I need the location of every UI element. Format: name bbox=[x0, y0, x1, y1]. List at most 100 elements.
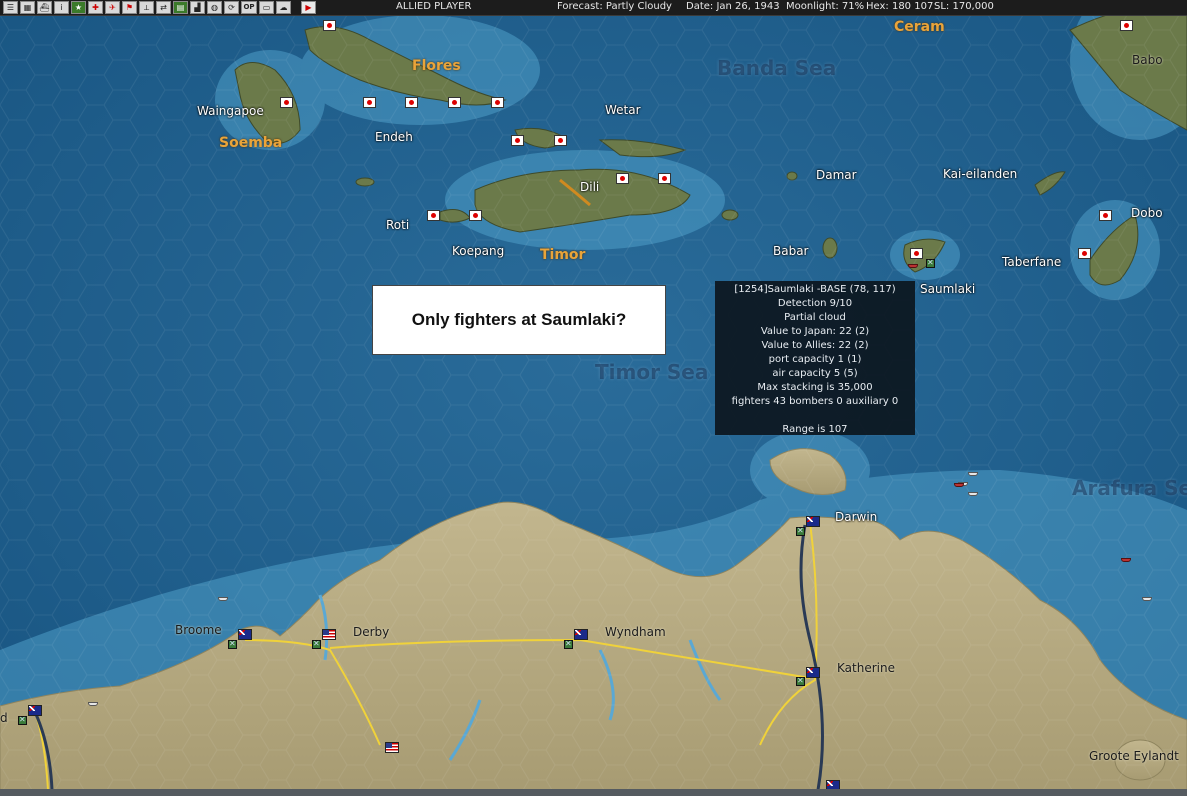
region-timor: Timor bbox=[540, 247, 586, 263]
tooltip-weather: Partial cloud bbox=[784, 312, 846, 323]
tooltip-value-japan: Value to Japan: 22 (2) bbox=[760, 326, 870, 337]
report-icon[interactable]: ▭ bbox=[259, 1, 274, 14]
globe-icon[interactable]: ◍ bbox=[207, 1, 222, 14]
plane-icon[interactable]: ✈ bbox=[105, 1, 120, 14]
info-icon[interactable]: i bbox=[54, 1, 69, 14]
place-dobo[interactable]: Dobo bbox=[1131, 206, 1163, 220]
japan-base-flag[interactable] bbox=[511, 135, 524, 146]
map-canvas[interactable] bbox=[0, 0, 1187, 796]
ground-unit-icon[interactable] bbox=[796, 526, 805, 536]
ship-icon[interactable] bbox=[218, 597, 228, 601]
place-wyndham[interactable]: Wyndham bbox=[605, 625, 666, 639]
flag-icon[interactable]: ⚑ bbox=[122, 1, 137, 14]
ground-unit-icon[interactable] bbox=[312, 639, 321, 649]
japan-base-flag[interactable] bbox=[554, 135, 567, 146]
ground-unit-icon[interactable] bbox=[796, 676, 805, 686]
toolbar-buttons: ☰ ▦ ⛴ i ★ ✚ ✈ ⚑ ⟂ ⇄ ▤ ▟ ◍ ⟳ OP ▭ ☁ ▶ bbox=[0, 1, 316, 14]
document-icon[interactable]: ▤ bbox=[173, 1, 188, 14]
japan-base-flag[interactable] bbox=[323, 20, 336, 31]
place-babar[interactable]: Babar bbox=[773, 244, 809, 258]
enemy-ship-icon[interactable] bbox=[1121, 558, 1131, 562]
op-button[interactable]: OP bbox=[241, 1, 257, 14]
japan-base-flag[interactable] bbox=[448, 97, 461, 108]
place-kai-eilanden[interactable]: Kai-eilanden bbox=[943, 167, 1017, 181]
place-waingapoe[interactable]: Waingapoe bbox=[197, 104, 264, 118]
japan-base-flag[interactable] bbox=[1078, 248, 1091, 259]
japan-base-flag[interactable] bbox=[910, 248, 923, 259]
japan-base-flag[interactable] bbox=[363, 97, 376, 108]
japan-base-flag[interactable] bbox=[469, 210, 482, 221]
australia-base-flag[interactable] bbox=[238, 629, 252, 640]
us-base-flag[interactable] bbox=[322, 629, 336, 640]
hex-coordinates-label: Hex: 180 107 bbox=[866, 1, 934, 12]
play-icon[interactable]: ▶ bbox=[301, 1, 316, 14]
place-edge-label[interactable]: d bbox=[0, 711, 8, 725]
question-callout: Only fighters at Saumlaki? bbox=[372, 285, 666, 355]
australia-base-flag[interactable] bbox=[806, 667, 820, 678]
place-wetar[interactable]: Wetar bbox=[605, 103, 641, 117]
place-broome[interactable]: Broome bbox=[175, 623, 222, 637]
tooltip-port-capacity: port capacity 1 (1) bbox=[768, 354, 862, 365]
region-flores: Flores bbox=[412, 58, 461, 74]
aircraft-icon[interactable]: ⟂ bbox=[139, 1, 154, 14]
supply-level-label: SL: 170,000 bbox=[934, 1, 994, 12]
tooltip-value-allies: Value to Allies: 22 (2) bbox=[761, 340, 869, 351]
ship-icon[interactable] bbox=[88, 702, 98, 706]
place-endeh[interactable]: Endeh bbox=[375, 130, 413, 144]
japan-base-flag[interactable] bbox=[491, 97, 504, 108]
top-toolbar: ☰ ▦ ⛴ i ★ ✚ ✈ ⚑ ⟂ ⇄ ▤ ▟ ◍ ⟳ OP ▭ ☁ ▶ ALL… bbox=[0, 0, 1187, 16]
place-babo[interactable]: Babo bbox=[1132, 53, 1163, 67]
australia-base-flag[interactable] bbox=[28, 705, 42, 716]
place-saumlaki[interactable]: Saumlaki bbox=[920, 282, 975, 296]
cross-icon[interactable]: ✚ bbox=[88, 1, 103, 14]
factory-icon[interactable]: ▟ bbox=[190, 1, 205, 14]
tooltip-spacer bbox=[715, 409, 915, 423]
cycle-icon[interactable]: ⟳ bbox=[224, 1, 239, 14]
ship-icon[interactable]: ⛴ bbox=[37, 1, 52, 14]
japan-base-flag[interactable] bbox=[616, 173, 629, 184]
hex-info-tooltip: [1254]Saumlaki -BASE (78, 117) Detection… bbox=[715, 281, 915, 435]
player-label: ALLIED PLAYER bbox=[396, 1, 472, 12]
transfer-icon[interactable]: ⇄ bbox=[156, 1, 171, 14]
us-base-flag[interactable] bbox=[385, 742, 399, 753]
tooltip-max-stacking: Max stacking is 35,000 bbox=[757, 382, 873, 393]
tooltip-base-title: [1254]Saumlaki -BASE (78, 117) bbox=[734, 284, 896, 295]
forecast-label: Forecast: Partly Cloudy bbox=[557, 1, 672, 12]
japan-base-flag[interactable] bbox=[658, 173, 671, 184]
grid-icon[interactable]: ▦ bbox=[20, 1, 35, 14]
japan-base-flag[interactable] bbox=[1120, 20, 1133, 31]
place-koepang[interactable]: Koepang bbox=[452, 244, 504, 258]
tooltip-air-capacity: air capacity 5 (5) bbox=[772, 368, 858, 379]
bottom-status-strip bbox=[0, 789, 1187, 796]
star-icon[interactable]: ★ bbox=[71, 1, 86, 14]
australia-base-flag[interactable] bbox=[806, 516, 820, 527]
date-label: Date: Jan 26, 1943 bbox=[686, 1, 780, 12]
list-icon[interactable]: ☰ bbox=[3, 1, 18, 14]
ground-unit-icon[interactable] bbox=[228, 639, 237, 649]
ship-icon[interactable] bbox=[968, 472, 978, 476]
tooltip-aircraft-counts: fighters 43 bombers 0 auxiliary 0 bbox=[731, 396, 899, 407]
place-roti[interactable]: Roti bbox=[386, 218, 409, 232]
japan-base-flag[interactable] bbox=[405, 97, 418, 108]
ship-icon[interactable] bbox=[1142, 597, 1152, 601]
weather-icon[interactable]: ☁ bbox=[276, 1, 291, 14]
enemy-ship-icon[interactable] bbox=[908, 264, 918, 268]
ground-unit-icon[interactable] bbox=[564, 639, 573, 649]
ground-unit-icon[interactable] bbox=[926, 258, 935, 268]
enemy-ship-icon[interactable] bbox=[954, 483, 964, 487]
place-derby[interactable]: Derby bbox=[353, 625, 389, 639]
tooltip-detection: Detection 9/10 bbox=[777, 298, 853, 309]
japan-base-flag[interactable] bbox=[1099, 210, 1112, 221]
japan-base-flag[interactable] bbox=[280, 97, 293, 108]
place-dili[interactable]: Dili bbox=[580, 180, 599, 194]
tooltip-range: Range is 107 bbox=[782, 424, 848, 435]
place-katherine[interactable]: Katherine bbox=[837, 661, 895, 675]
australia-base-flag[interactable] bbox=[574, 629, 588, 640]
ship-icon[interactable] bbox=[968, 492, 978, 496]
place-darwin[interactable]: Darwin bbox=[835, 510, 877, 524]
place-taberfane[interactable]: Taberfane bbox=[1002, 255, 1061, 269]
place-groote-eylandt[interactable]: Groote Eylandt bbox=[1089, 749, 1179, 763]
japan-base-flag[interactable] bbox=[427, 210, 440, 221]
place-damar[interactable]: Damar bbox=[816, 168, 857, 182]
ground-unit-icon[interactable] bbox=[18, 715, 27, 725]
